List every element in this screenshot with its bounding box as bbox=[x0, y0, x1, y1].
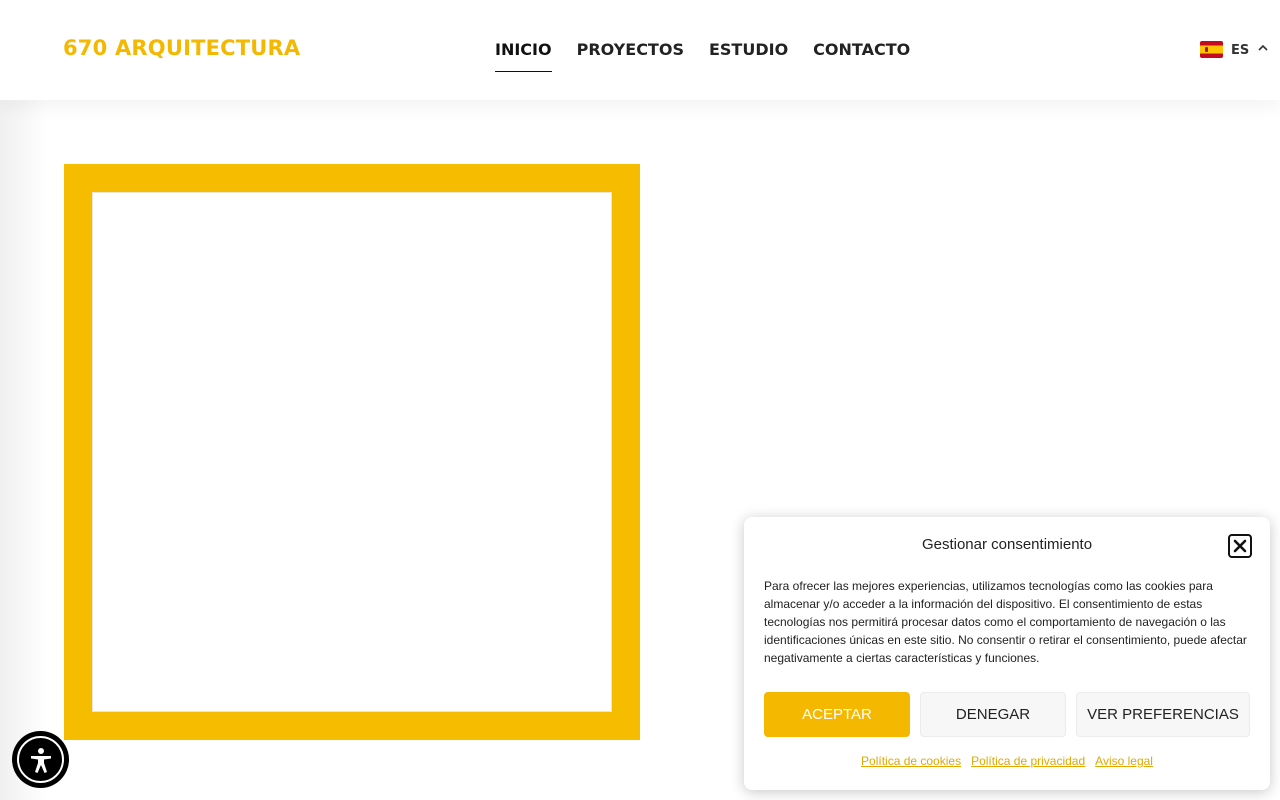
site-header: 670 ARQUITECTURA INICIO PROYECTOS ESTUDI… bbox=[0, 0, 1280, 100]
accessibility-icon bbox=[17, 736, 64, 783]
view-preferences-button[interactable]: VER PREFERENCIAS bbox=[1076, 692, 1250, 737]
nav-item-inicio[interactable]: INICIO bbox=[495, 38, 552, 72]
page-edge-shadow bbox=[0, 0, 48, 800]
yellow-frame-image bbox=[64, 164, 640, 740]
language-code: ES bbox=[1231, 43, 1250, 58]
cookie-consent-dialog: Gestionar consentimiento Para ofrecer la… bbox=[744, 517, 1270, 790]
legal-notice-link[interactable]: Aviso legal bbox=[1095, 754, 1153, 768]
language-switcher[interactable]: ES bbox=[1200, 40, 1269, 58]
accessibility-button[interactable] bbox=[12, 731, 69, 788]
consent-links: Política de cookies Política de privacid… bbox=[744, 754, 1270, 768]
consent-title: Gestionar consentimiento bbox=[921, 536, 1093, 553]
site-logo[interactable]: 670 ARQUITECTURA bbox=[63, 36, 300, 60]
consent-actions: ACEPTAR DENEGAR VER PREFERENCIAS bbox=[764, 692, 1250, 737]
cookie-policy-link[interactable]: Política de cookies bbox=[861, 754, 961, 768]
spain-flag-icon bbox=[1200, 40, 1223, 58]
chevron-up-icon bbox=[1258, 44, 1268, 51]
nav-item-proyectos[interactable]: PROYECTOS bbox=[577, 38, 684, 72]
deny-button[interactable]: DENEGAR bbox=[920, 692, 1066, 737]
consent-description: Para ofrecer las mejores experiencias, u… bbox=[764, 579, 1247, 665]
frame-inner-area bbox=[92, 192, 612, 712]
close-icon bbox=[1233, 539, 1247, 553]
main-nav: INICIO PROYECTOS ESTUDIO CONTACTO bbox=[495, 38, 910, 72]
nav-item-estudio[interactable]: ESTUDIO bbox=[709, 38, 788, 72]
nav-item-contacto[interactable]: CONTACTO bbox=[813, 38, 910, 72]
privacy-policy-link[interactable]: Política de privacidad bbox=[971, 754, 1085, 768]
accept-button[interactable]: ACEPTAR bbox=[764, 692, 910, 737]
close-consent-button[interactable] bbox=[1228, 534, 1252, 558]
